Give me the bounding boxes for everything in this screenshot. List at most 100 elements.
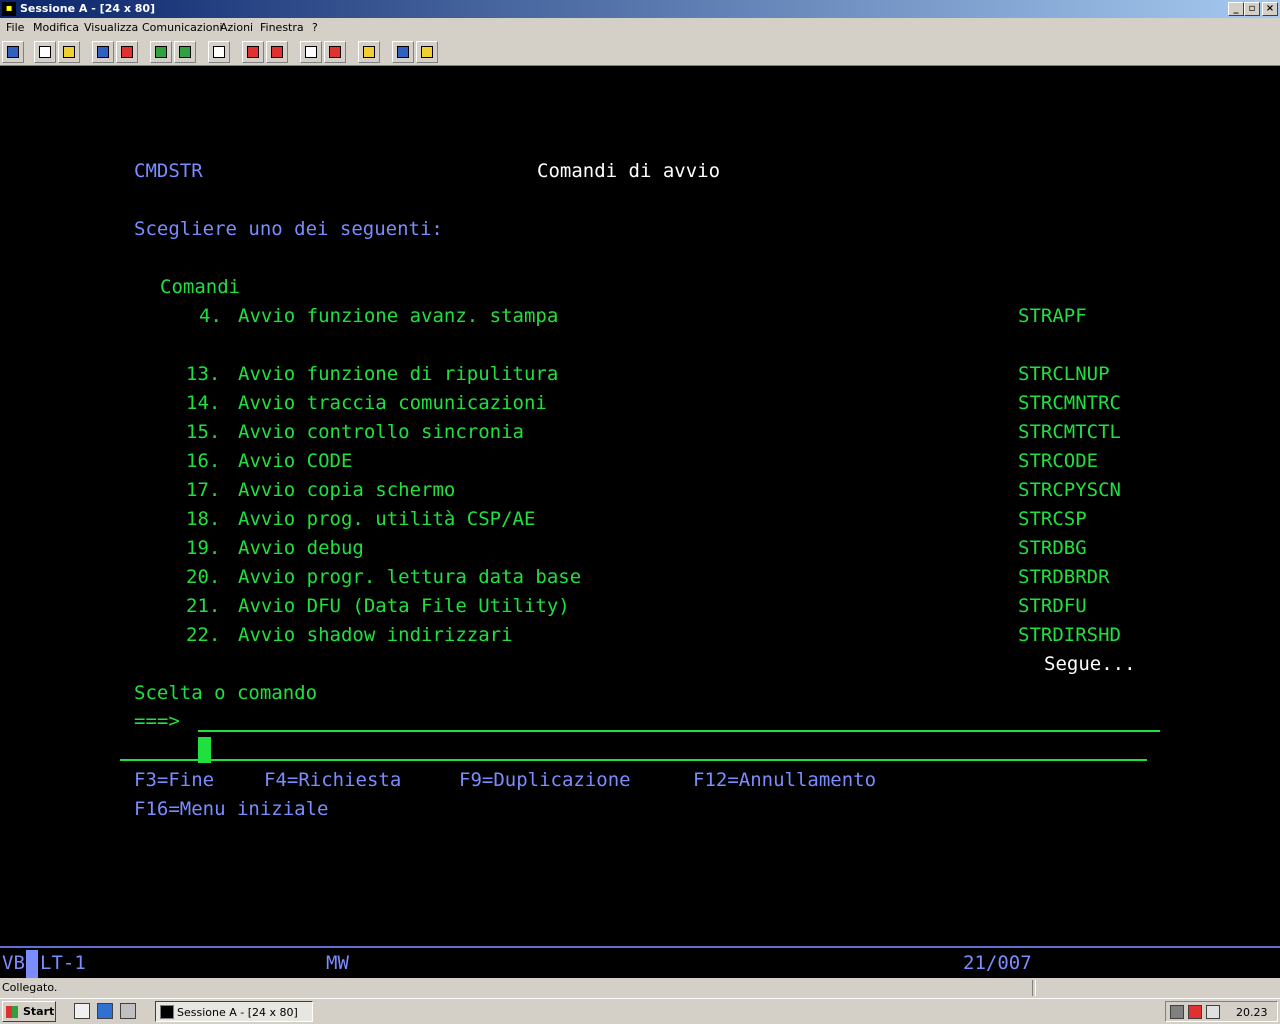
status-bar: Collegato.: [0, 978, 1280, 998]
device-name: LT-1: [40, 952, 86, 974]
option-description: Avvio traccia comunicazioni: [238, 392, 547, 414]
record-macro-icon[interactable]: [242, 41, 264, 63]
option-number: 17.: [186, 479, 221, 501]
screen-title: Comandi di avvio: [537, 160, 721, 182]
display-icon[interactable]: [150, 41, 172, 63]
option-description: Avvio CODE: [238, 450, 353, 472]
close-button[interactable]: ×: [1262, 2, 1278, 16]
stop-macro-icon[interactable]: [300, 41, 322, 63]
option-number: 13.: [186, 363, 221, 385]
copy-icon[interactable]: [34, 41, 56, 63]
menu-finestra[interactable]: Finestra: [260, 21, 304, 34]
option-number: 18.: [186, 508, 221, 530]
option-command: STRCSP: [1018, 508, 1087, 530]
option-command: STRCODE: [1018, 450, 1099, 472]
keypad-icon[interactable]: [174, 41, 196, 63]
option-command: STRCLNUP: [1018, 363, 1110, 385]
option-command: STRAPF: [1018, 305, 1087, 327]
edit-macro-icon[interactable]: [324, 41, 346, 63]
fkey-f12[interactable]: F12=Annullamento: [693, 766, 876, 795]
menu-comunicazioni[interactable]: Comunicazioni: [142, 21, 223, 34]
system-tray: 20.23: [1165, 1001, 1278, 1022]
option-command: STRCMNTRC: [1018, 392, 1121, 414]
option-number: 21.: [186, 595, 221, 617]
option-description: Avvio debug: [238, 537, 364, 559]
menu-file[interactable]: File: [6, 21, 24, 34]
option-description: Avvio DFU (Data File Utility): [238, 595, 570, 617]
option-command: STRDFU: [1018, 595, 1087, 617]
session-indicator: VB: [2, 952, 25, 974]
show-desktop-icon[interactable]: [74, 1003, 90, 1019]
option-command: STRDIRSHD: [1018, 624, 1121, 646]
option-number: 19.: [186, 537, 221, 559]
app-icon[interactable]: ▪: [2, 2, 16, 16]
option-number: 22.: [186, 624, 221, 646]
play-macro-icon[interactable]: [266, 41, 288, 63]
command-input-underline-1: [198, 730, 1160, 732]
oia-cursor: [26, 950, 38, 978]
fkey-f16[interactable]: F16=Menu iniziale: [134, 795, 328, 824]
terminal-screen[interactable]: CMDSTR Comandi di avvio Scegliere uno de…: [0, 66, 1280, 946]
option-number: 14.: [186, 392, 221, 414]
globe-icon[interactable]: [392, 41, 414, 63]
option-number: 4.: [199, 305, 222, 327]
mode-indicator: MW: [326, 952, 349, 974]
help-icon[interactable]: [416, 41, 438, 63]
cursor-position: 21/007: [963, 952, 1032, 974]
fkey-f9[interactable]: F9=Duplicazione: [459, 766, 631, 795]
option-description: Avvio controllo sincronia: [238, 421, 524, 443]
option-command: STRCPYSCN: [1018, 479, 1121, 501]
macro-icon[interactable]: [208, 41, 230, 63]
status-divider: [1032, 980, 1036, 996]
paste-icon[interactable]: [58, 41, 80, 63]
option-command: STRCMTCTL: [1018, 421, 1121, 443]
menu-visualizza[interactable]: Visualizza: [84, 21, 138, 34]
option-number: 15.: [186, 421, 221, 443]
fkey-f4[interactable]: F4=Richiesta: [264, 766, 401, 795]
print-screen-icon[interactable]: [2, 41, 24, 63]
start-label: Start: [23, 1005, 55, 1018]
clock: 20.23: [1236, 1006, 1268, 1019]
menu-bar: File Modifica Visualizza Comunicazioni A…: [0, 18, 1280, 38]
option-description: Avvio copia schermo: [238, 479, 456, 501]
screen-id: CMDSTR: [134, 160, 203, 182]
command-input-underline-2: [120, 759, 1147, 761]
option-description: Avvio progr. lettura data base: [238, 566, 582, 588]
menu-modifica[interactable]: Modifica: [33, 21, 79, 34]
option-description: Avvio funzione avanz. stampa: [238, 305, 559, 327]
title-bar: ▪ Sessione A - [24 x 80] _ ▫ ×: [0, 0, 1280, 18]
receive-icon[interactable]: [116, 41, 138, 63]
option-number: 16.: [186, 450, 221, 472]
operator-info-area: VB LT-1 MW 21/007: [0, 946, 1280, 978]
fkey-f3[interactable]: F3=Fine: [134, 766, 214, 795]
option-command: STRDBRDR: [1018, 566, 1110, 588]
session-icon: [160, 1005, 174, 1019]
outlook-icon[interactable]: [120, 1003, 136, 1019]
menu-help[interactable]: ?: [312, 21, 318, 34]
choose-prompt: Scegliere uno dei seguenti:: [134, 218, 443, 240]
option-description: Avvio prog. utilità CSP/AE: [238, 508, 536, 530]
windows-logo-icon: [6, 1006, 18, 1018]
taskbar: Start Sessione A - [24 x 80] 20.23: [0, 998, 1280, 1024]
send-icon[interactable]: [92, 41, 114, 63]
option-description: Avvio funzione di ripulitura: [238, 363, 559, 385]
more-indicator: Segue...: [1044, 653, 1136, 675]
network-icon[interactable]: [1170, 1005, 1184, 1019]
taskbar-item-label: Sessione A - [24 x 80]: [177, 1006, 298, 1019]
window-title: Sessione A - [24 x 80]: [20, 2, 156, 15]
internet-explorer-icon[interactable]: [97, 1003, 113, 1019]
command-label: Scelta o comando: [134, 682, 318, 704]
menu-azioni[interactable]: Azioni: [220, 21, 253, 34]
start-button[interactable]: Start: [2, 1001, 56, 1022]
option-command: STRDBG: [1018, 537, 1087, 559]
restore-button[interactable]: ▫: [1244, 2, 1260, 16]
toolbar: [0, 38, 1280, 66]
minimize-button[interactable]: _: [1228, 2, 1244, 16]
status-message: Collegato.: [2, 981, 58, 994]
command-prompt: ===>: [134, 710, 180, 732]
option-number: 20.: [186, 566, 221, 588]
clipboard-icon[interactable]: [358, 41, 380, 63]
volume-icon[interactable]: [1206, 1005, 1220, 1019]
antivirus-icon[interactable]: [1188, 1005, 1202, 1019]
taskbar-item-sessione-a[interactable]: Sessione A - [24 x 80]: [155, 1001, 313, 1022]
